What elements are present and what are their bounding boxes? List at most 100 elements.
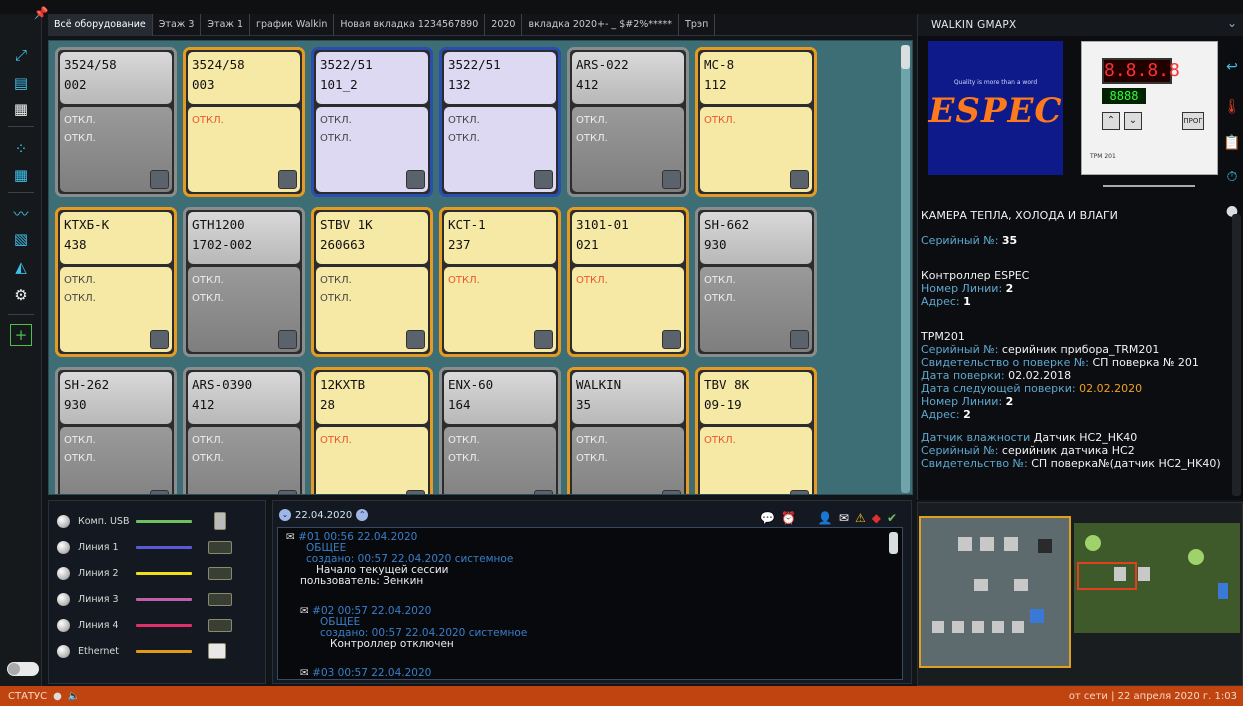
grid-scrollbar[interactable] bbox=[901, 45, 910, 493]
log-scrollbar[interactable] bbox=[889, 532, 898, 554]
error-icon[interactable]: ◆ bbox=[872, 511, 881, 525]
clock-icon[interactable]: ⏱ bbox=[1223, 168, 1241, 186]
card-model: КСТ-1 bbox=[448, 217, 486, 232]
tab-7[interactable]: Трэп bbox=[679, 14, 716, 36]
card-menu-icon[interactable] bbox=[662, 330, 681, 349]
card-model: STBV 1K bbox=[320, 217, 373, 232]
status-line: ОТКЛ. bbox=[320, 293, 352, 304]
card-menu-icon[interactable] bbox=[790, 330, 809, 349]
card-menu-icon[interactable] bbox=[150, 330, 169, 349]
clipboard-icon[interactable]: 📋 bbox=[1223, 134, 1241, 152]
equipment-card[interactable]: ARS-0390 412 ОТКЛ. ОТКЛ. bbox=[183, 367, 305, 494]
equipment-card[interactable]: 12КХТВ 28 ОТКЛ. bbox=[311, 367, 433, 494]
equipment-card[interactable]: КСТ-1 237 ОТКЛ. bbox=[439, 207, 561, 357]
tab-3[interactable]: график Walkin bbox=[250, 14, 335, 36]
chevron-up-icon[interactable]: ⌃ bbox=[356, 509, 369, 521]
book-icon[interactable]: ▦ bbox=[10, 98, 32, 120]
equipment-card[interactable]: 3524/58 002 ОТКЛ. ОТКЛ. bbox=[55, 47, 177, 197]
tab-2[interactable]: Этаж 1 bbox=[201, 14, 251, 36]
card-menu-icon[interactable] bbox=[150, 490, 169, 494]
card-number: 021 bbox=[576, 237, 599, 252]
user-icon[interactable]: 👤 bbox=[818, 511, 833, 525]
warning-icon[interactable]: ⚠ bbox=[855, 511, 866, 525]
table-icon[interactable]: ▧ bbox=[10, 228, 32, 250]
card-menu-icon[interactable] bbox=[534, 330, 553, 349]
card-menu-icon[interactable] bbox=[406, 170, 425, 189]
alarm-icon[interactable]: ⏰ bbox=[781, 511, 796, 525]
tab-1[interactable]: Этаж 3 bbox=[153, 14, 202, 36]
equipment-card[interactable]: 3522/51 132 ОТКЛ. ОТКЛ. bbox=[439, 47, 561, 197]
chart-line-icon[interactable]: 〰 bbox=[10, 202, 32, 224]
tab-4[interactable]: Новая вкладка 1234567890 bbox=[334, 14, 486, 36]
status-line: ОТКЛ. bbox=[64, 453, 96, 464]
port-icon bbox=[208, 540, 232, 554]
card-menu-icon[interactable] bbox=[662, 170, 681, 189]
back-icon[interactable]: ↩ bbox=[1223, 58, 1241, 76]
tab-5[interactable]: 2020 bbox=[485, 14, 523, 36]
log-entry[interactable]: ✉ #03 00:57 22.04.2020 bbox=[300, 668, 431, 679]
card-model: 12КХТВ bbox=[320, 377, 366, 392]
equipment-card[interactable]: MC-8 112 ОТКЛ. bbox=[695, 47, 817, 197]
card-model: SH-262 bbox=[64, 377, 110, 392]
tab-bar: Всё оборудование Этаж 3 Этаж 1 график Walki… bbox=[48, 14, 912, 36]
chat-icon[interactable]: 💬 bbox=[760, 511, 775, 525]
device-heading: КАМЕРА ТЕПЛА, ХОЛОДА И ВЛАГИ bbox=[921, 209, 1118, 222]
panel-scrollbar[interactable] bbox=[1232, 214, 1241, 496]
card-menu-icon[interactable] bbox=[278, 330, 297, 349]
card-menu-icon[interactable] bbox=[662, 490, 681, 494]
equipment-card[interactable]: КТХБ-К 438 ОТКЛ. ОТКЛ. bbox=[55, 207, 177, 357]
card-menu-icon[interactable] bbox=[278, 490, 297, 494]
equipment-card[interactable]: 3522/51 101_2 ОТКЛ. ОТКЛ. bbox=[311, 47, 433, 197]
ok-icon[interactable]: ✔ bbox=[887, 511, 897, 525]
theme-toggle[interactable] bbox=[7, 662, 39, 676]
card-menu-icon[interactable] bbox=[534, 170, 553, 189]
equipment-card[interactable]: 3524/58 003 ОТКЛ. bbox=[183, 47, 305, 197]
equipment-card[interactable]: TBV 8K 09-19 ОТКЛ. bbox=[695, 367, 817, 494]
equipment-card[interactable]: ARS-022 412 ОТКЛ. ОТКЛ. bbox=[567, 47, 689, 197]
card-menu-icon[interactable] bbox=[406, 330, 425, 349]
card-menu-icon[interactable] bbox=[278, 170, 297, 189]
card-header: ARS-0390 412 bbox=[188, 372, 300, 424]
device-images: Quality is more than a word ESPEC 8.8.8.… bbox=[928, 41, 1218, 201]
status-line: ОТКЛ. bbox=[704, 275, 736, 286]
equipment-card[interactable]: GTH1200 1702-002 ОТКЛ. ОТКЛ. bbox=[183, 207, 305, 357]
card-header: 3522/51 132 bbox=[444, 52, 556, 104]
equipment-card[interactable]: WALKIN 35 ОТКЛ. ОТКЛ. bbox=[567, 367, 689, 494]
card-status: ОТКЛ. ОТКЛ. bbox=[444, 427, 556, 494]
card-menu-icon[interactable] bbox=[790, 170, 809, 189]
card-menu-icon[interactable] bbox=[150, 170, 169, 189]
equipment-card[interactable]: STBV 1K 260663 ОТКЛ. ОТКЛ. bbox=[311, 207, 433, 357]
thermometer-icon[interactable]: 🌡 bbox=[1223, 98, 1241, 116]
tab-0[interactable]: Всё оборудование bbox=[48, 14, 153, 36]
card-menu-icon[interactable] bbox=[790, 490, 809, 494]
status-line: ОТКЛ. bbox=[64, 133, 96, 144]
equipment-card[interactable]: SH-662 930 ОТКЛ. ОТКЛ. bbox=[695, 207, 817, 357]
floor-map[interactable] bbox=[917, 502, 1243, 686]
settings-icon[interactable]: ⚙ bbox=[10, 284, 32, 306]
add-icon[interactable]: + bbox=[10, 324, 32, 346]
tab-6[interactable]: вкладка 2020+- _ $#2%***** bbox=[522, 14, 680, 36]
speaker-icon[interactable]: 🔈 bbox=[68, 691, 80, 702]
card-menu-icon[interactable] bbox=[406, 490, 425, 494]
network-icon[interactable]: ⁘ bbox=[10, 138, 32, 160]
card-model: 3524/58 bbox=[192, 57, 245, 72]
legend-row: Линия 2 bbox=[57, 563, 232, 583]
area-chart-icon[interactable]: ◭ bbox=[10, 256, 32, 278]
card-menu-icon[interactable] bbox=[534, 490, 553, 494]
card-header: TBV 8K 09-19 bbox=[700, 372, 812, 424]
grid-icon[interactable]: ▦ bbox=[10, 164, 32, 186]
log-entry[interactable]: ✉ #02 00:57 22.04.2020 ОБЩЕЕ создано: 00:5… bbox=[300, 606, 527, 650]
log-entry[interactable]: ✉ #01 00:56 22.04.2020 ОБЩЕЕ создано: 00:5… bbox=[286, 532, 513, 587]
equipment-card[interactable]: SH-262 930 ОТКЛ. ОТКЛ. bbox=[55, 367, 177, 494]
chevron-down-icon[interactable]: ⌄ bbox=[279, 509, 291, 521]
legend-line bbox=[136, 649, 192, 653]
mail-icon[interactable]: ✉ bbox=[839, 511, 849, 525]
equipment-card[interactable]: 3101-01 021 ОТКЛ. bbox=[567, 207, 689, 357]
expand-icon[interactable]: ⤢ bbox=[10, 44, 32, 66]
chevron-down-icon[interactable]: ⌄ bbox=[1223, 14, 1241, 32]
card-status: ОТКЛ. ОТКЛ. bbox=[572, 427, 684, 494]
document-icon[interactable]: ▤ bbox=[10, 72, 32, 94]
down-button-icon: ⌄ bbox=[1124, 112, 1142, 130]
status-line: ОТКЛ. bbox=[704, 293, 736, 304]
equipment-card[interactable]: ENX-60 164 ОТКЛ. ОТКЛ. bbox=[439, 367, 561, 494]
